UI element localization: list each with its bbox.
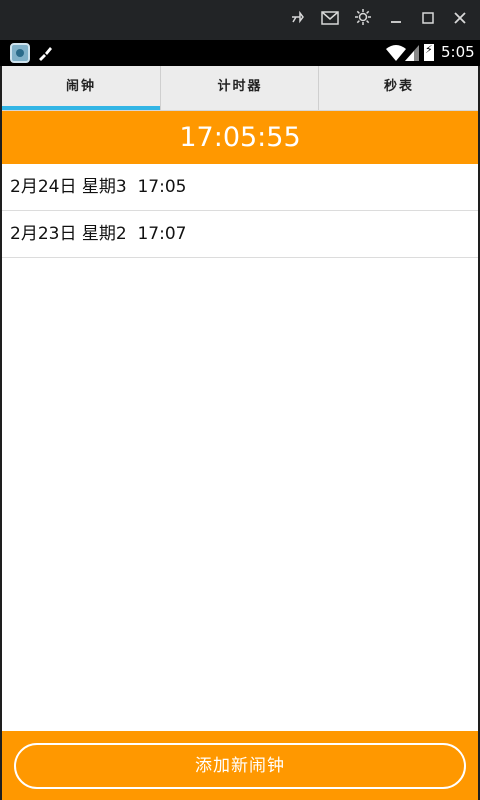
close-icon[interactable] (448, 8, 472, 32)
tab-indicator (2, 106, 160, 110)
tab-stopwatch[interactable]: 秒表 (318, 66, 479, 110)
mail-icon[interactable] (318, 8, 342, 32)
signal-icon (405, 45, 419, 61)
tab-timer[interactable]: 计时器 (160, 66, 319, 110)
emulator-toolbar (0, 0, 480, 40)
tab-bar: 闹钟 计时器 秒表 (2, 66, 478, 111)
status-time: 5:05 (441, 43, 475, 61)
tab-alarm[interactable]: 闹钟 (2, 66, 160, 110)
gear-icon[interactable] (351, 8, 375, 32)
alarm-app: 闹钟 计时器 秒表 17:05:55 2月24日 星期3 17:05 2月23日… (2, 66, 478, 800)
add-alarm-button[interactable]: 添加新闹钟 (14, 743, 466, 789)
current-time-display: 17:05:55 (2, 111, 478, 164)
alarm-list: 2月24日 星期3 17:05 2月23日 星期2 17:07 (2, 164, 478, 258)
pin-icon[interactable] (286, 8, 310, 32)
minimize-icon[interactable] (384, 8, 408, 32)
maximize-icon[interactable] (416, 8, 440, 32)
app-notification-icon (10, 43, 30, 63)
battery-icon (424, 43, 434, 61)
brush-icon (36, 44, 54, 62)
bottom-action-bar: 添加新闹钟 (2, 731, 478, 800)
alarm-item[interactable]: 2月24日 星期3 17:05 (2, 164, 478, 211)
status-bar: 5:05 (0, 40, 480, 66)
wifi-icon (386, 44, 406, 62)
alarm-item[interactable]: 2月23日 星期2 17:07 (2, 211, 478, 258)
